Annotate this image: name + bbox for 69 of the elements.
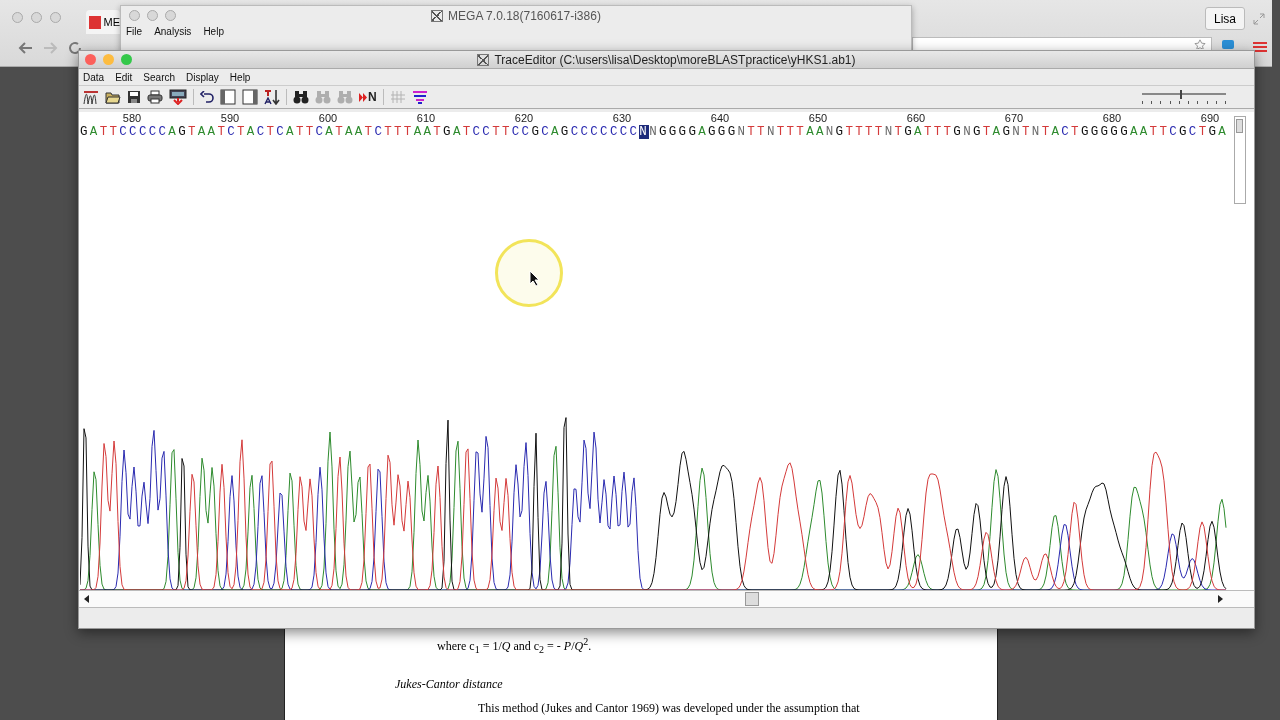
left-panel-icon[interactable] (220, 89, 236, 105)
browser-tab[interactable]: ME (86, 10, 120, 34)
sort-icon[interactable] (264, 89, 280, 105)
back-icon[interactable] (18, 41, 34, 55)
position-label: 670 (1004, 112, 1024, 124)
close-button[interactable] (12, 12, 23, 23)
binoculars-icon[interactable] (293, 90, 309, 104)
menu-item[interactable]: Analysis (154, 26, 192, 37)
position-label: 600 (318, 112, 338, 124)
folder-icon[interactable] (105, 90, 121, 104)
scroll-thumb[interactable] (1236, 119, 1243, 133)
menu-item[interactable]: Display (186, 72, 219, 83)
profile-button[interactable]: Lisa (1205, 7, 1245, 30)
close-button[interactable] (85, 54, 96, 65)
undo-icon[interactable] (200, 91, 214, 103)
section-heading: Jukes-Cantor distance (395, 677, 503, 692)
chromatogram-icon[interactable] (83, 89, 99, 105)
menu-icon[interactable] (1253, 42, 1267, 52)
app-logo-icon (89, 15, 101, 29)
minimize-button[interactable] (147, 10, 158, 21)
base-sequence: GATTCCCCCAGTAATCTACTCATTCATAATCTTTAATGATCCTTCCGCAGCCCCCCC (80, 125, 640, 139)
address-bar[interactable] (912, 37, 1212, 51)
position-label: 610 (416, 112, 436, 124)
window-title: MEGA 7.0.18(7160617-i386) (448, 9, 601, 23)
menu-item[interactable]: Search (143, 72, 176, 83)
lines-icon[interactable] (411, 90, 428, 104)
x-window-icon (431, 10, 444, 22)
position-label: 660 (906, 112, 926, 124)
print-icon[interactable] (147, 90, 163, 104)
position-label: 690 (1200, 112, 1220, 124)
zoom-button[interactable] (50, 12, 61, 23)
formula-text: where c$_{1}$ = 1/Q and c$_{2}$ = - P/Q$^{2}$. (437, 636, 592, 656)
scroll-thumb[interactable] (745, 592, 759, 606)
forward-icon[interactable] (42, 41, 58, 55)
fullscreen-icon[interactable] (1252, 12, 1266, 26)
save-icon[interactable] (127, 90, 141, 104)
position-label: 580 (122, 112, 142, 124)
paragraph-text: This method (Jukes and Cantor 1969) was developed under the assumption that (478, 701, 860, 716)
star-icon[interactable] (1192, 39, 1208, 49)
menu-item[interactable]: Data (83, 72, 105, 83)
menu-item[interactable]: Help (229, 72, 251, 83)
scroll-right-icon[interactable] (1216, 595, 1224, 603)
zoom-button[interactable] (165, 10, 176, 21)
position-label: 590 (220, 112, 240, 124)
vertical-scrollbar[interactable] (1234, 116, 1246, 204)
reload-icon[interactable] (68, 41, 82, 55)
menu-item[interactable]: File (126, 26, 143, 37)
double-arrow-icon (359, 92, 368, 102)
zoom-slider[interactable] (1142, 90, 1226, 104)
menu-item[interactable]: Edit (115, 72, 133, 83)
position-label: 640 (710, 112, 730, 124)
close-button[interactable] (129, 10, 140, 21)
selected-base[interactable]: N (639, 125, 650, 139)
scroll-left-icon[interactable] (83, 595, 91, 603)
position-label: 620 (514, 112, 534, 124)
extension-icon[interactable] (1222, 40, 1234, 49)
window-title: TraceEditor (C:\users\lisa\Desktop\moreBLASTpractice\yHKS1.ab1) (494, 52, 856, 67)
import-icon[interactable] (169, 89, 187, 105)
position-label: 650 (808, 112, 828, 124)
position-label: 680 (1102, 112, 1122, 124)
zoom-button[interactable] (121, 54, 132, 65)
menu-item[interactable]: Help (203, 26, 224, 37)
x-window-icon (477, 53, 490, 66)
minimize-button[interactable] (31, 12, 42, 23)
position-label: 630 (612, 112, 632, 124)
next-n-button[interactable]: N (359, 90, 377, 104)
horizontal-scrollbar[interactable] (79, 590, 1254, 608)
right-panel-icon[interactable] (242, 89, 258, 105)
pointer-icon (529, 270, 540, 287)
